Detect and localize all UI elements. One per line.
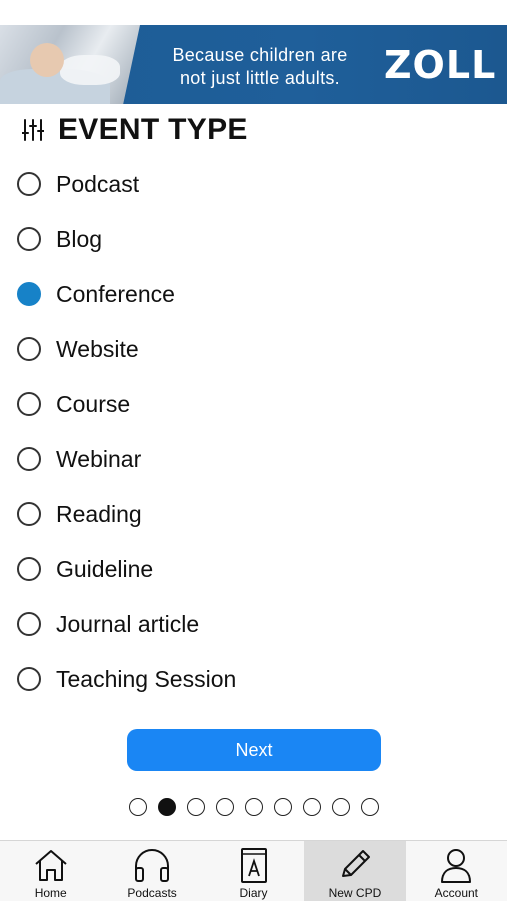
banner-tagline-line1: Because children are xyxy=(172,45,348,65)
page-dot xyxy=(332,798,350,816)
page-dot xyxy=(158,798,176,816)
option-label: Webinar xyxy=(56,445,142,472)
ad-banner[interactable]: Because children are not just little adu… xyxy=(0,25,507,104)
tab-label: New CPD xyxy=(328,886,382,900)
option-guideline[interactable]: Guideline xyxy=(17,549,153,589)
radio-button[interactable] xyxy=(17,392,41,416)
page-dot xyxy=(245,798,263,816)
next-button[interactable]: Next xyxy=(127,729,381,771)
section-heading: EVENT TYPE xyxy=(22,110,248,150)
option-label: Conference xyxy=(56,280,175,307)
tab-label: Podcasts xyxy=(127,886,177,900)
zoll-logo: ZOLL xyxy=(384,43,497,87)
option-reading[interactable]: Reading xyxy=(17,494,142,534)
option-label: Course xyxy=(56,390,131,417)
radio-button[interactable] xyxy=(17,337,41,361)
person-icon xyxy=(441,849,472,883)
radio-button[interactable] xyxy=(17,282,41,306)
radio-button[interactable] xyxy=(17,557,41,581)
option-journal-article[interactable]: Journal article xyxy=(17,604,199,644)
tab-podcasts[interactable]: Podcasts xyxy=(101,841,202,901)
option-course[interactable]: Course xyxy=(17,384,130,424)
option-label: Journal article xyxy=(56,610,200,637)
option-teaching-session[interactable]: Teaching Session xyxy=(17,659,236,699)
option-blog[interactable]: Blog xyxy=(17,219,102,259)
bottom-tab-bar: Home Podcasts Diary New CPD Account xyxy=(0,840,507,901)
radio-button[interactable] xyxy=(17,227,41,251)
tab-label: Diary xyxy=(239,886,268,900)
page-dot xyxy=(361,798,379,816)
radio-button[interactable] xyxy=(17,612,41,636)
page-indicator xyxy=(129,798,390,816)
home-icon xyxy=(35,850,67,881)
diary-book-icon xyxy=(240,848,267,883)
banner-tagline: Because children are not just little adu… xyxy=(150,44,370,90)
option-label: Reading xyxy=(56,500,142,527)
banner-photo xyxy=(0,25,140,104)
page-dot xyxy=(274,798,292,816)
tab-diary[interactable]: Diary xyxy=(203,841,304,901)
banner-tagline-line2: not just little adults. xyxy=(180,68,340,88)
option-website[interactable]: Website xyxy=(17,329,139,369)
radio-button[interactable] xyxy=(17,447,41,471)
pencil-icon xyxy=(341,850,370,877)
radio-button[interactable] xyxy=(17,172,41,196)
tab-home[interactable]: Home xyxy=(0,841,101,901)
option-label: Blog xyxy=(56,225,103,252)
filter-sliders-icon xyxy=(22,119,44,141)
page-dot xyxy=(303,798,321,816)
page-dot xyxy=(187,798,205,816)
option-podcast[interactable]: Podcast xyxy=(17,164,139,204)
option-conference[interactable]: Conference xyxy=(17,274,175,314)
option-label: Website xyxy=(56,335,139,362)
headphones-icon xyxy=(135,849,170,882)
tab-label: Home xyxy=(34,886,67,900)
page-dot xyxy=(129,798,147,816)
tab-new-cpd[interactable]: New CPD xyxy=(304,841,406,901)
tab-label: Account xyxy=(434,886,478,900)
option-label: Podcast xyxy=(56,170,140,197)
page-dot xyxy=(216,798,234,816)
option-label: Guideline xyxy=(56,555,154,582)
radio-button[interactable] xyxy=(17,667,41,691)
option-webinar[interactable]: Webinar xyxy=(17,439,141,479)
option-label: Teaching Session xyxy=(56,665,237,692)
radio-button[interactable] xyxy=(17,502,41,526)
tab-account[interactable]: Account xyxy=(406,841,507,901)
page-title: EVENT TYPE xyxy=(58,113,248,146)
